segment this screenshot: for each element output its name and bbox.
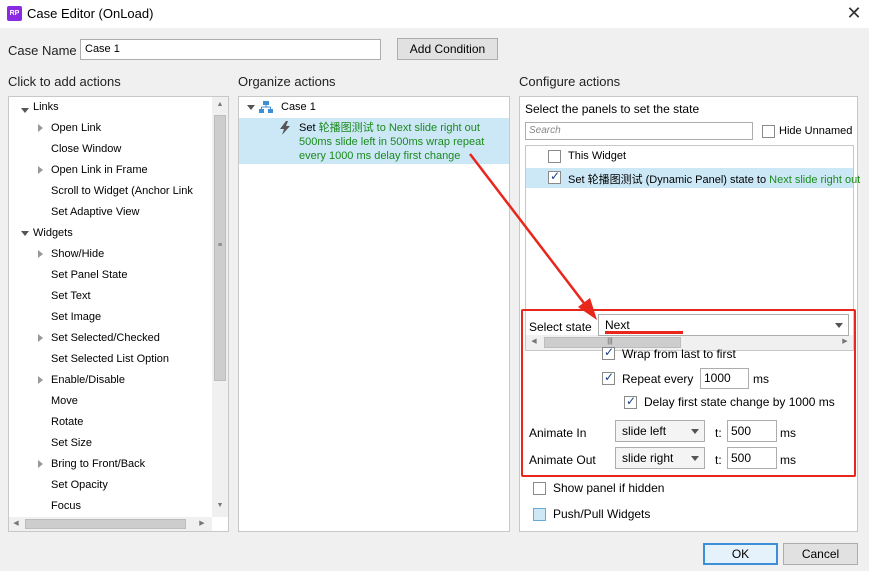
action-text-line3: every 1000 ms delay first change [299, 150, 461, 162]
scroll-right-arrow-icon[interactable]: ▶ [197, 519, 207, 529]
push-pull-checkbox[interactable] [533, 508, 546, 521]
action-item[interactable]: Set Adaptive View [51, 202, 139, 222]
action-item[interactable]: Show/Hide [51, 244, 104, 264]
expand-arrow-icon[interactable] [38, 460, 43, 468]
click-to-add-actions-heading: Click to add actions [8, 74, 121, 89]
scroll-left-arrow-icon[interactable]: ◀ [11, 519, 21, 529]
hide-unnamed-checkbox[interactable] [762, 125, 775, 138]
push-pull-label: Push/Pull Widgets [553, 507, 651, 521]
action-item[interactable]: Bring to Front/Back [51, 454, 145, 474]
action-text-line2: 500ms slide left in 500ms wrap repeat [299, 136, 485, 148]
actions-tree-panel: Links Open Link Close Window Open Link in … [8, 96, 229, 532]
actions-tree-vscrollbar[interactable]: ▲ ≡ ▼ [212, 97, 228, 517]
this-widget-label: This Widget [568, 150, 627, 162]
action-item[interactable]: Scroll to Widget (Anchor Link [51, 181, 193, 201]
case-name-input[interactable]: Case 1 [80, 39, 381, 60]
this-widget-checkbox[interactable] [548, 150, 561, 163]
action-item[interactable]: Set Image [51, 307, 101, 327]
action-item[interactable]: Set Opacity [51, 475, 108, 495]
tree-group-widgets[interactable]: Widgets [33, 223, 73, 243]
axure-app-icon: RP [7, 6, 22, 21]
action-item[interactable]: Set Selected/Checked [51, 328, 160, 348]
window-title: Case Editor (OnLoad) [27, 6, 154, 21]
action-item[interactable]: Enable/Disable [51, 370, 125, 390]
organize-actions-panel: Case 1 Set 轮播图测试 to Next slide right out… [238, 96, 510, 532]
search-placeholder: Search [529, 125, 561, 136]
add-condition-button[interactable]: Add Condition [397, 38, 498, 60]
action-item[interactable]: Open Link in Frame [51, 160, 148, 180]
case-1-node[interactable]: Case 1 [281, 97, 316, 117]
expand-arrow-icon[interactable] [38, 124, 43, 132]
panels-title: Select the panels to set the state [525, 102, 700, 116]
action-text-target: 轮播图测试 to Next slide right out [318, 122, 480, 134]
red-highlight-box [521, 309, 856, 477]
action-item[interactable]: Open Link [51, 118, 101, 138]
collapse-case-icon[interactable] [247, 105, 255, 110]
action-item[interactable]: Rotate [51, 412, 83, 432]
organize-actions-heading: Organize actions [238, 74, 336, 89]
lightning-icon [280, 121, 290, 135]
action-text-prefix: Set [299, 122, 319, 134]
expand-arrow-icon[interactable] [38, 166, 43, 174]
scroll-up-arrow-icon[interactable]: ▲ [212, 100, 228, 110]
row-set-mid: 轮播图测试 (Dynamic Panel) state to [587, 174, 770, 186]
show-panel-checkbox[interactable] [533, 482, 546, 495]
dynamic-panel-checkbox[interactable] [548, 169, 561, 184]
scroll-grip-icon: ≡ [217, 242, 223, 249]
hscroll-thumb[interactable] [25, 519, 186, 529]
action-item[interactable]: Focus [51, 496, 81, 516]
close-icon[interactable]: ✕ [843, 2, 865, 24]
cancel-button[interactable]: Cancel [783, 543, 858, 565]
row-set-green: Next slide right out [769, 174, 861, 186]
row-set-prefix: Set [568, 174, 588, 186]
action-item[interactable]: Set Size [51, 433, 92, 453]
ok-button[interactable]: OK [703, 543, 778, 565]
actions-tree-hscrollbar[interactable]: ◀ ▶ [9, 517, 212, 531]
expand-arrow-icon[interactable] [38, 334, 43, 342]
dynamic-panel-row[interactable]: Set 轮播图测试 (Dynamic Panel) state to Next … [526, 168, 860, 188]
action-item[interactable]: Close Window [51, 139, 121, 159]
collapse-links-icon[interactable] [21, 108, 29, 113]
case-name-label: Case Name [8, 43, 77, 58]
expand-arrow-icon[interactable] [38, 376, 43, 384]
show-panel-label: Show panel if hidden [553, 481, 665, 495]
selected-action-row[interactable]: Set 轮播图测试 to Next slide right out 500ms … [239, 118, 509, 164]
scroll-down-arrow-icon[interactable]: ▼ [212, 501, 228, 511]
tree-group-links[interactable]: Links [33, 97, 59, 117]
expand-arrow-icon[interactable] [38, 250, 43, 258]
action-item[interactable]: Set Text [51, 286, 91, 306]
action-item[interactable]: Set Panel State [51, 265, 127, 285]
action-item[interactable]: Set Selected List Option [51, 349, 169, 369]
case-tree-icon [259, 101, 273, 113]
configure-actions-heading: Configure actions [519, 74, 621, 89]
hide-unnamed-label: Hide Unnamed [779, 125, 853, 137]
action-item[interactable]: Move [51, 391, 78, 411]
collapse-widgets-icon[interactable] [21, 231, 29, 236]
search-input[interactable]: Search [525, 122, 753, 140]
